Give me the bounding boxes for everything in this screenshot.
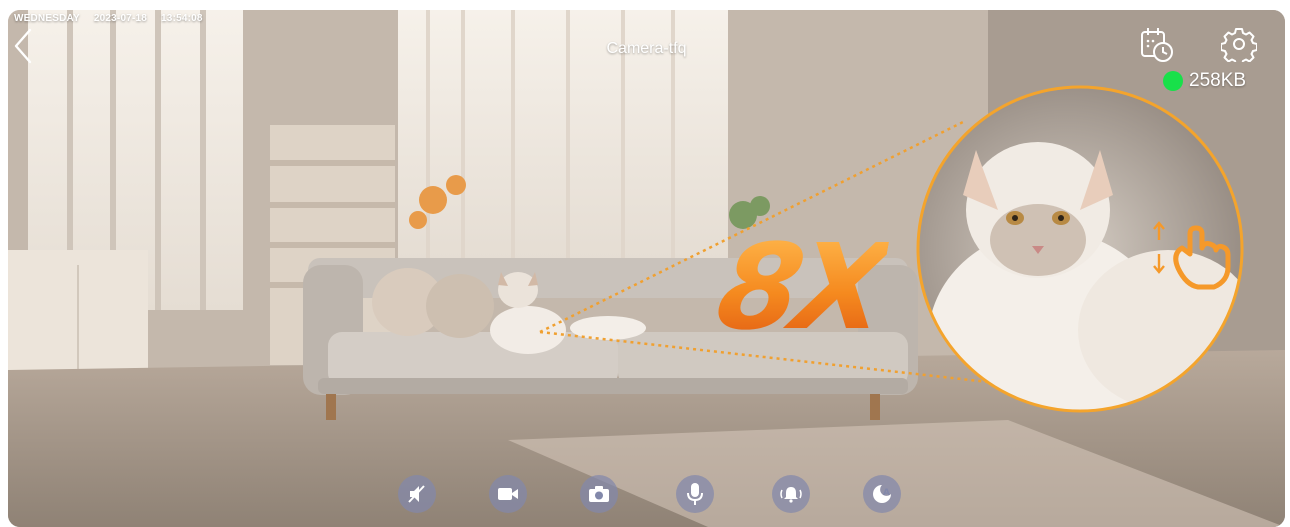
speaker-muted-icon	[408, 485, 425, 503]
connection-status: 258KB	[1163, 70, 1246, 92]
record-button[interactable]	[489, 475, 527, 513]
zoom-factor-label: 8X	[707, 218, 894, 356]
playback-calendar-button[interactable]	[1139, 26, 1175, 64]
auto-mode-icon: A	[873, 485, 891, 503]
camera-live-view[interactable]: WEDNESDAY 2023-07-18 13:54:08 Camera-tfq 2…	[8, 10, 1285, 527]
svg-text:A: A	[883, 488, 890, 498]
video-camera-icon	[498, 488, 518, 500]
talk-button[interactable]	[676, 475, 714, 513]
mute-button[interactable]	[398, 475, 436, 513]
timestamp: WEDNESDAY 2023-07-18 13:54:08	[14, 13, 217, 24]
weekday-label: WEDNESDAY	[14, 13, 80, 24]
auto-button[interactable]: A	[863, 475, 901, 513]
calendar-clock-icon	[1141, 28, 1173, 62]
snapshot-button[interactable]	[580, 475, 618, 513]
camera-feed-image	[8, 10, 1285, 527]
time-label: 13:54:08	[161, 13, 203, 24]
camera-name: Camera-tfq	[606, 40, 687, 57]
settings-button[interactable]	[1220, 26, 1258, 66]
microphone-icon	[687, 483, 703, 505]
date-label: 2023-07-18	[93, 13, 148, 24]
data-rate-label: 258KB	[1189, 70, 1247, 91]
bell-ringing-icon	[780, 487, 802, 503]
camera-icon	[589, 486, 609, 502]
status-indicator-dot	[1163, 71, 1183, 91]
gear-icon	[1220, 28, 1258, 66]
alarm-button[interactable]	[772, 475, 810, 513]
pinch-zoom-gesture	[1148, 210, 1244, 290]
hand-gesture-icon	[1153, 221, 1231, 290]
